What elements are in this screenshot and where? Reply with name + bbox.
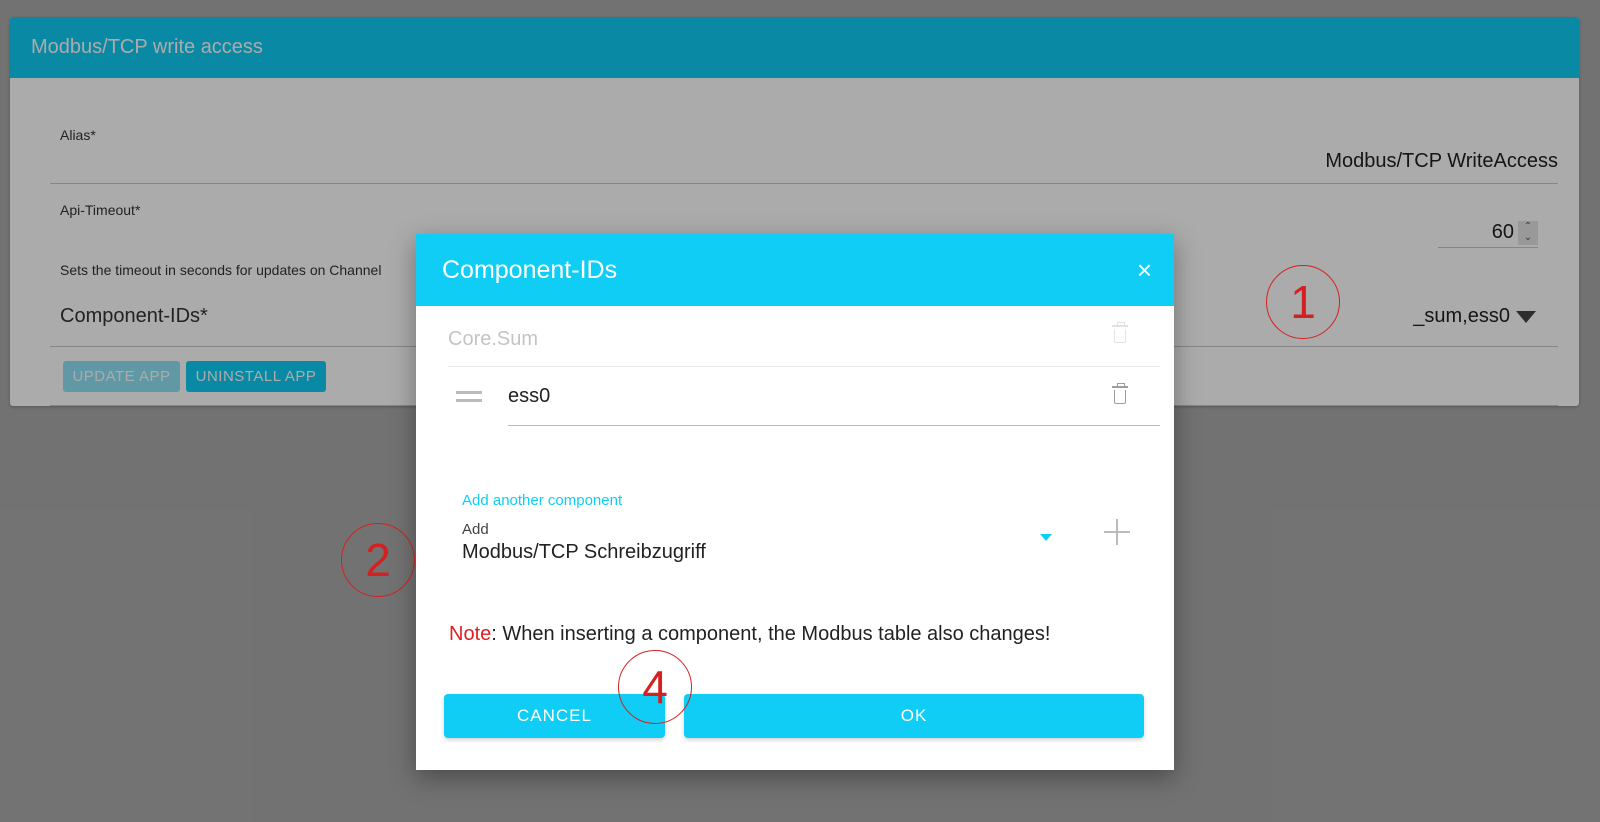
chevron-down-icon[interactable] — [1040, 534, 1052, 541]
annotation-2: 2 — [341, 523, 415, 597]
plus-icon[interactable] — [1104, 519, 1130, 545]
trash-icon — [1112, 322, 1128, 344]
add-component-section: Add another component Add Modbus/TCP Sch… — [462, 492, 1062, 564]
note-text: Note: When inserting a component, the Mo… — [449, 623, 1050, 646]
annotation-4: 4 — [618, 650, 692, 724]
drag-handle-icon[interactable] — [456, 391, 482, 407]
ok-button[interactable]: OK — [684, 694, 1144, 738]
component-name: Core.Sum — [448, 328, 539, 350]
note-label: Note — [449, 623, 492, 645]
add-component-select[interactable]: Modbus/TCP Schreibzugriff — [462, 541, 1062, 564]
dialog-title: Component-IDs — [442, 256, 618, 284]
dialog-header: Component-IDs × — [416, 234, 1174, 306]
add-select-label: Add — [462, 521, 489, 538]
component-ids-dialog: Component-IDs × Core.Sum Add another com… — [416, 234, 1174, 770]
trash-icon[interactable] — [1112, 383, 1128, 405]
component-id-input[interactable] — [508, 367, 1160, 426]
close-icon[interactable]: × — [1137, 234, 1152, 306]
annotation-1: 1 — [1266, 265, 1340, 339]
add-component-title: Add another component — [462, 492, 623, 509]
component-row-core-sum: Core.Sum — [448, 306, 1160, 367]
component-row-ess0 — [448, 367, 1160, 427]
note-message: : When inserting a component, the Modbus… — [491, 623, 1051, 645]
